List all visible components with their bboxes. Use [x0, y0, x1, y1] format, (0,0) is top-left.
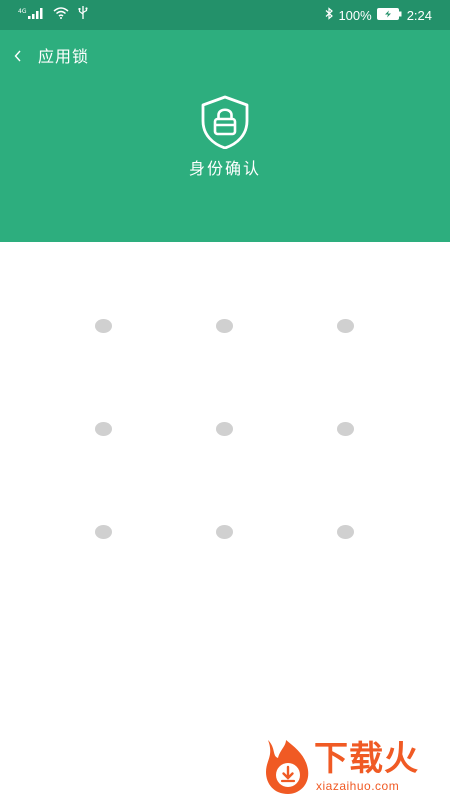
battery-percent: 100%	[338, 7, 372, 23]
back-button[interactable]	[8, 44, 28, 68]
pattern-lock-pad[interactable]	[0, 242, 450, 642]
watermark-url: xiazaihuo.com	[316, 779, 400, 793]
status-right: 100% 2:24	[325, 6, 432, 24]
pattern-dot-6[interactable]	[337, 422, 354, 436]
chevron-left-icon	[14, 47, 22, 66]
signal-icon	[28, 4, 44, 23]
watermark-brand: 下载火	[314, 739, 419, 779]
status-left: 4G	[18, 4, 89, 23]
pattern-dot-2[interactable]	[216, 319, 233, 333]
shield-lock-icon	[200, 95, 250, 150]
clock: 2:24	[406, 7, 432, 23]
header: 应用锁 身份确认	[0, 30, 450, 242]
page-title: 应用锁	[38, 47, 90, 66]
bluetooth-icon	[325, 7, 334, 23]
pattern-dot-3[interactable]	[337, 319, 354, 333]
pattern-dot-1[interactable]	[95, 319, 112, 333]
network-type: 4G	[18, 8, 27, 15]
usb-icon	[78, 4, 89, 23]
wifi-icon	[53, 4, 69, 23]
status-bar: 4G 100% 2:24	[0, 0, 450, 30]
identity-confirm-label: 身份确认	[188, 159, 261, 178]
battery-charging-icon	[376, 7, 402, 23]
pattern-dot-9[interactable]	[337, 525, 354, 539]
pattern-dot-7[interactable]	[95, 525, 112, 539]
pattern-dot-5[interactable]	[216, 422, 233, 436]
pattern-dot-8[interactable]	[216, 525, 233, 539]
flame-download-logo-icon	[262, 738, 314, 796]
app-lock-screen: 4G 100% 2:24 应用锁 身份确认 下载火 xiazaihuo.com	[0, 0, 450, 800]
watermark: 下载火 xiazaihuo.com	[262, 738, 447, 798]
pattern-dot-4[interactable]	[95, 422, 112, 436]
